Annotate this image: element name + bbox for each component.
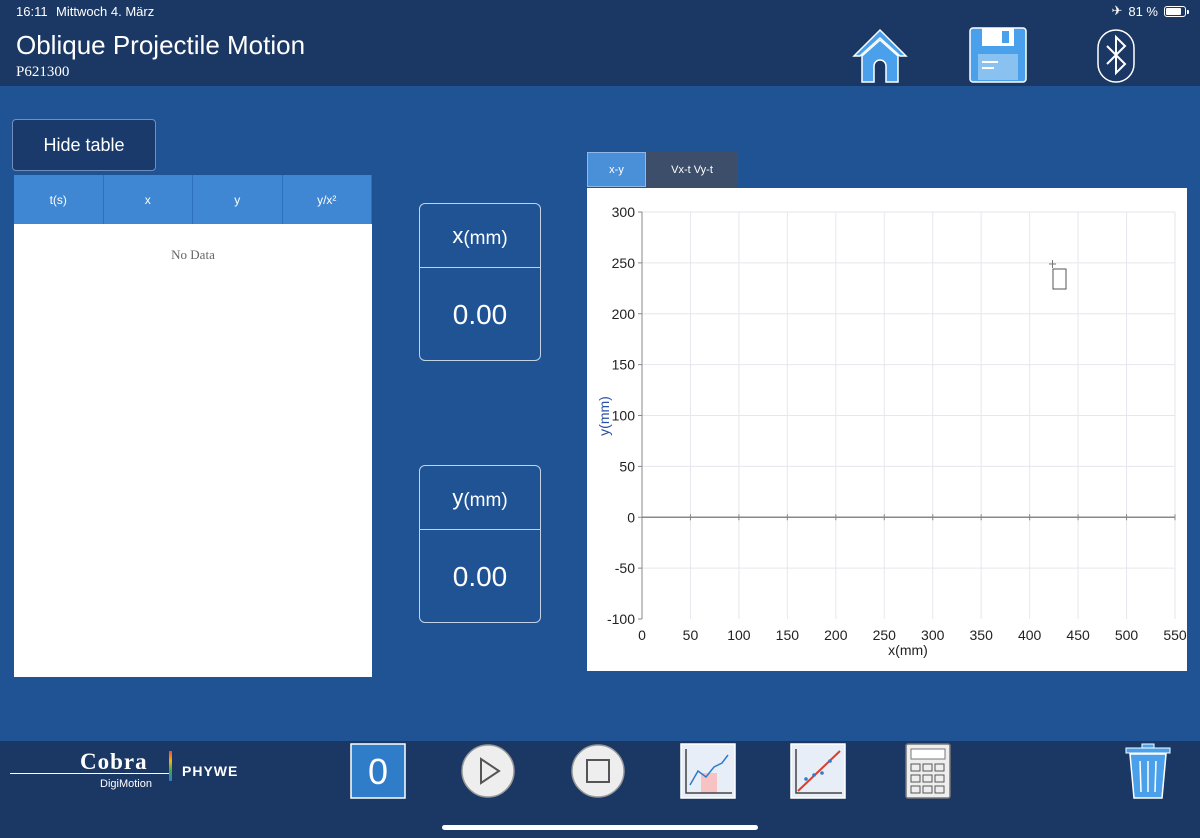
x-tick-label: 50	[683, 627, 699, 643]
x-tick-label: 300	[921, 627, 945, 643]
x-tick-label: 150	[776, 627, 800, 643]
experiment-code: P621300	[16, 64, 70, 80]
y-readout-label: y (mm)	[420, 466, 540, 530]
x-readout-value: 0.00	[452, 298, 508, 330]
column-header-t: t(s)	[14, 175, 104, 224]
zero-label: 0	[368, 751, 388, 792]
x-axis-label: x(mm)	[888, 642, 928, 658]
delete-button[interactable]	[1120, 743, 1176, 799]
x-tick-label: 550	[1163, 627, 1187, 643]
column-header-y-over-x2: y/x²	[283, 175, 372, 224]
stop-button[interactable]	[570, 743, 626, 799]
y-tick-label: 0	[627, 509, 635, 525]
column-header-x: x	[104, 175, 193, 224]
y-tick-label: 50	[619, 458, 635, 474]
y-readout-symbol: y	[452, 484, 464, 510]
x-tick-label: 450	[1066, 627, 1090, 643]
x-tick-label: 100	[727, 627, 751, 643]
zero-icon: 0	[350, 743, 406, 799]
data-table: t(s) x y y/x² No Data	[14, 175, 372, 677]
table-header: t(s) x y y/x²	[14, 175, 372, 224]
trash-icon	[1125, 743, 1171, 799]
battery-percentage: 81 %	[1128, 3, 1158, 19]
y-tick-label: 250	[612, 255, 636, 271]
y-tick-label: 200	[612, 306, 636, 322]
digimotion-label: DigiMotion	[100, 778, 152, 790]
hide-table-button[interactable]: Hide table	[12, 119, 156, 171]
x-tick-label: 350	[970, 627, 994, 643]
chart-tabs: x-y Vx-t Vy-t	[587, 152, 738, 187]
save-button[interactable]	[968, 26, 1028, 84]
bluetooth-icon	[1097, 29, 1135, 83]
status-time: 16:11	[16, 4, 48, 19]
cursor-marker-icon	[1049, 260, 1067, 290]
status-bar: 16:11 Mittwoch 4. März ✈ 81 %	[0, 0, 1200, 24]
y-readout: y (mm) 0.00	[419, 465, 541, 623]
y-tick-label: -50	[615, 560, 635, 576]
play-icon	[461, 744, 515, 798]
battery-icon	[1164, 5, 1189, 17]
x-tick-label: 200	[824, 627, 848, 643]
y-readout-unit: (mm)	[463, 489, 508, 511]
x-readout-unit: (mm)	[463, 227, 508, 249]
home-icon	[852, 28, 908, 83]
status-date: Mittwoch 4. März	[56, 4, 155, 19]
home-indicator	[442, 825, 758, 830]
floppy-disk-icon	[969, 27, 1027, 83]
y-axis-label: y(mm)	[596, 396, 612, 436]
brand-color-bar	[169, 751, 172, 781]
status-right: ✈ 81 %	[1111, 3, 1189, 19]
tab-x-y[interactable]: x-y	[587, 152, 646, 187]
y-readout-value: 0.00	[452, 560, 508, 592]
regression-button[interactable]	[790, 743, 846, 799]
play-button[interactable]	[460, 743, 516, 799]
tab-vx-t-vy-t[interactable]: Vx-t Vy-t	[646, 152, 738, 187]
xy-chart[interactable]: -100 -50 0 50 100 150 200 250 300 0 50 100 150 200 25…	[587, 188, 1187, 671]
chart-plot: -100 -50 0 50 100 150 200 250 300 0 50 100 150 200 25…	[596, 204, 1187, 658]
column-header-y: y	[193, 175, 283, 224]
x-tick-label: 0	[638, 627, 646, 643]
calculator-icon	[905, 743, 951, 799]
x-tick-label: 500	[1115, 627, 1139, 643]
x-readout-label: x (mm)	[420, 204, 540, 268]
stop-icon	[571, 744, 625, 798]
x-tick-label: 400	[1018, 627, 1042, 643]
phywe-logo: PHYWE	[182, 763, 239, 779]
app-header: Oblique Projectile Motion P621300	[0, 24, 1200, 86]
airplane-icon: ✈	[1111, 3, 1123, 18]
integral-chart-button[interactable]	[680, 743, 736, 799]
page-title: Oblique Projectile Motion	[16, 30, 306, 60]
y-tick-label: -100	[607, 611, 635, 627]
x-readout-symbol: x	[452, 222, 464, 248]
x-tick-label: 250	[873, 627, 897, 643]
no-data-message: No Data	[171, 247, 215, 262]
area-chart-icon	[680, 743, 736, 799]
home-button[interactable]	[850, 26, 910, 84]
calculator-button[interactable]	[900, 743, 956, 799]
footer-toolbar: Cobra DigiMotion PHYWE 0	[0, 741, 1200, 838]
x-readout: x (mm) 0.00	[419, 203, 541, 361]
bluetooth-button[interactable]	[1086, 26, 1146, 84]
y-tick-label: 300	[612, 204, 636, 220]
y-tick-label: 150	[612, 357, 636, 373]
y-tick-label: 100	[612, 408, 636, 424]
zero-button[interactable]: 0	[350, 743, 406, 799]
cobra-logo: Cobra	[80, 749, 148, 774]
regression-line-icon	[790, 743, 846, 799]
